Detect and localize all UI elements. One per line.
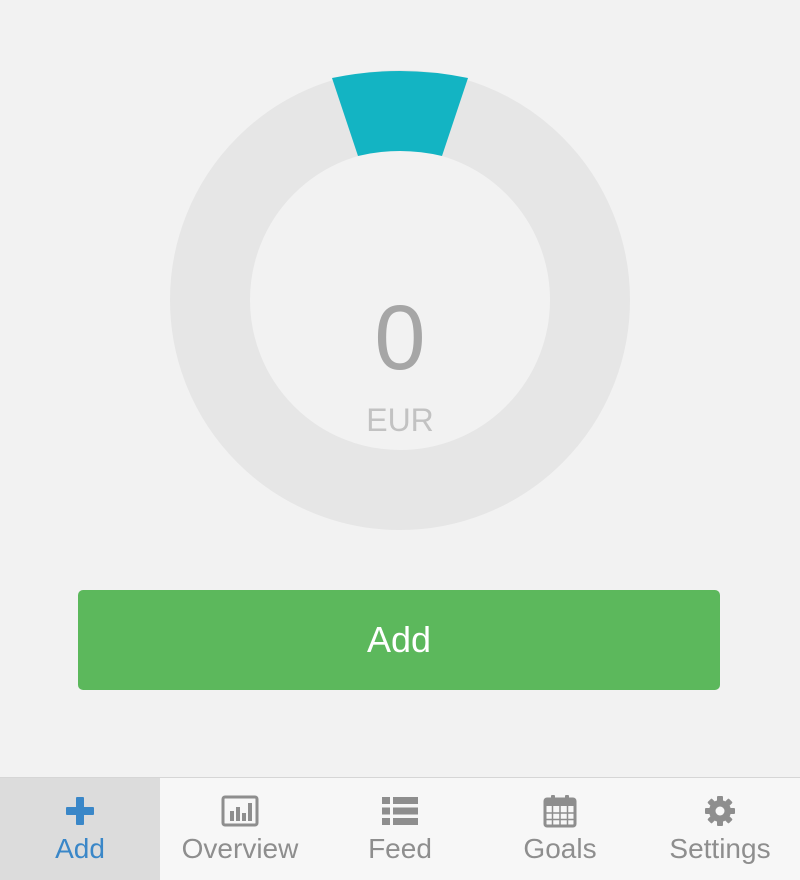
tab-goals-label: Goals [523,833,597,864]
gear-icon [700,794,740,828]
tab-overview-label: Overview [181,833,299,864]
add-button[interactable]: Add [78,590,720,690]
tab-bar: Add Overview Feed Goals Settings [0,777,800,880]
calendar-icon [540,794,580,828]
spending-dial[interactable]: 0 EUR [160,70,640,540]
tab-feed-label: Feed [368,833,432,864]
tab-settings-label: Settings [669,833,771,864]
tab-feed[interactable]: Feed [320,778,480,880]
tab-settings[interactable]: Settings [640,778,800,880]
tab-overview[interactable]: Overview [160,778,320,880]
list-icon [380,794,420,828]
currency-label: EUR [366,402,434,438]
tab-add-label: Add [55,833,105,864]
main-view: 0 EUR Add [0,0,800,777]
tab-goals[interactable]: Goals [480,778,640,880]
bar-chart-icon [220,794,260,828]
tab-add[interactable]: Add [0,778,160,880]
amount-value: 0 [374,287,426,389]
plus-icon [60,794,100,828]
